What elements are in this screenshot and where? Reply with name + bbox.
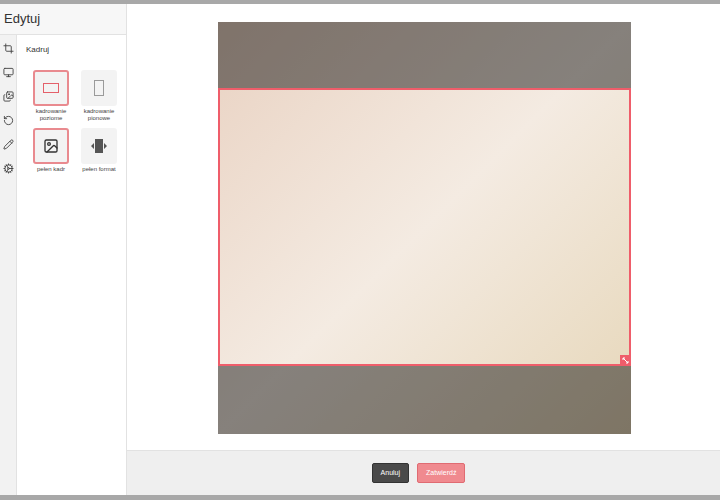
layers-icon[interactable]: [3, 91, 14, 102]
canvas-area: Anuluj Zatwierdź: [127, 4, 720, 495]
full-format-icon: [90, 138, 108, 154]
crop-option[interactable]: pełen format: [76, 128, 122, 173]
option-label: kadrowanie pionowe: [76, 108, 122, 122]
crop-panel: Kadruj kadrowanie poziomekadrowanie piono…: [17, 35, 126, 495]
resize-handle-icon[interactable]: [620, 355, 631, 366]
crop-frame[interactable]: [218, 88, 631, 366]
footer-bar: Anuluj Zatwierdź: [127, 450, 720, 495]
crop-option[interactable]: pełen kadr: [28, 128, 74, 173]
tool-strip: [0, 35, 17, 495]
cancel-button[interactable]: Anuluj: [372, 463, 409, 483]
confirm-button[interactable]: Zatwierdź: [417, 463, 465, 483]
crop-option[interactable]: kadrowanie pionowe: [76, 70, 122, 122]
pen-icon[interactable]: [3, 139, 14, 150]
option-label: kadrowanie poziome: [28, 108, 74, 122]
landscape-icon: [43, 83, 59, 93]
crop-icon[interactable]: [3, 43, 14, 54]
rotate-icon[interactable]: [3, 115, 14, 126]
header-title: Edytuj: [4, 9, 40, 29]
crop-shade-top: [218, 22, 631, 88]
crop-option[interactable]: kadrowanie poziome: [28, 70, 74, 122]
frame-icon[interactable]: [3, 67, 14, 78]
section-title: Kadruj: [26, 44, 126, 56]
crop-shade-bottom: [218, 366, 631, 434]
photo: [218, 22, 631, 434]
option-label: pełen format: [76, 166, 122, 173]
sidebar-header: Edytuj: [0, 4, 126, 35]
sidebar: Edytuj Kadruj kadrowanie poziomekadrowanie…: [0, 4, 127, 495]
option-label: pełen kadr: [28, 166, 74, 173]
editor-window: Edytuj Kadruj kadrowanie poziomekadrowanie…: [0, 0, 720, 500]
settings-icon[interactable]: [3, 163, 14, 174]
portrait-icon: [94, 80, 104, 96]
image-icon: [43, 138, 59, 154]
